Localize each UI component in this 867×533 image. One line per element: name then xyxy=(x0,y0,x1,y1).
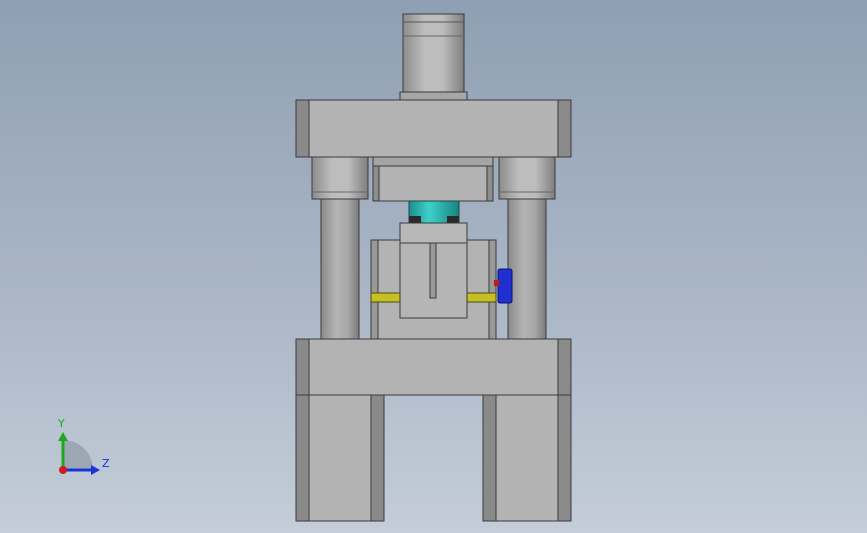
blue-clamp xyxy=(494,268,513,304)
press-assembly-drawing[interactable]: Y Z xyxy=(0,0,867,533)
top-plate xyxy=(295,99,572,158)
base-plate xyxy=(295,338,572,396)
left-guide-bushing xyxy=(311,156,369,200)
right-guide-bushing xyxy=(498,156,556,200)
triad-quarter-disc xyxy=(63,440,93,470)
right-guide-post xyxy=(507,198,547,340)
cad-viewport[interactable]: Y Z xyxy=(0,0,867,533)
punch-block xyxy=(399,222,468,319)
left-guide-post xyxy=(320,198,360,340)
orientation-triad[interactable]: Y Z xyxy=(57,417,110,475)
teal-cylinder xyxy=(408,200,460,224)
left-leg xyxy=(295,394,385,522)
z-axis-label: Z xyxy=(102,457,110,470)
y-axis-arrowhead xyxy=(58,432,68,441)
x-axis-point xyxy=(59,466,67,474)
right-leg xyxy=(482,394,572,522)
z-axis-arrowhead xyxy=(91,465,100,475)
upper-moving-block xyxy=(372,156,494,202)
top-cylinder xyxy=(399,13,468,101)
y-axis-label: Y xyxy=(57,417,65,430)
